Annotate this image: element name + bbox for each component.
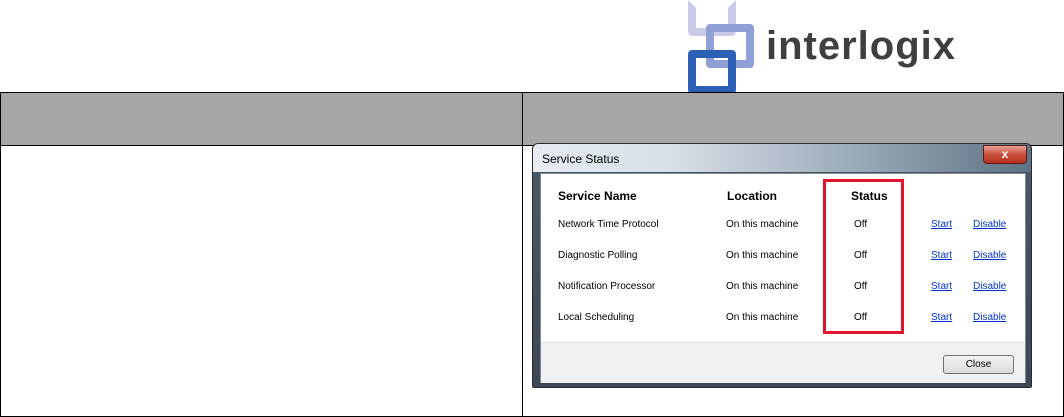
logo-wordmark: interlogix xyxy=(766,24,957,68)
column-header-location: Location xyxy=(727,189,777,203)
disable-link[interactable]: Disable xyxy=(973,250,1006,261)
service-name: Notification Processor xyxy=(558,281,656,292)
service-name: Network Time Protocol xyxy=(558,219,659,230)
status-column-highlight xyxy=(823,179,904,334)
disable-link[interactable]: Disable xyxy=(973,281,1006,292)
service-status-dialog: Service Status x Service Name Location S… xyxy=(532,143,1032,388)
start-link[interactable]: Start xyxy=(931,312,952,323)
logo-square-dark xyxy=(688,50,736,94)
service-location: On this machine xyxy=(726,219,799,230)
start-link[interactable]: Start xyxy=(931,250,952,261)
start-link[interactable]: Start xyxy=(931,281,952,292)
column-header-service-name: Service Name xyxy=(558,189,637,203)
disable-link[interactable]: Disable xyxy=(973,219,1006,230)
service-name: Local Scheduling xyxy=(558,312,635,323)
dialog-title: Service Status xyxy=(542,152,620,166)
table-header-row xyxy=(1,93,1063,146)
close-button[interactable]: Close xyxy=(943,355,1014,374)
interlogix-logo: interlogix xyxy=(684,0,1014,94)
service-location: On this machine xyxy=(726,312,799,323)
disable-link[interactable]: Disable xyxy=(973,312,1006,323)
dialog-title-bar: Service Status xyxy=(533,144,1031,172)
service-location: On this machine xyxy=(726,250,799,261)
close-icon[interactable]: x xyxy=(983,145,1027,164)
service-location: On this machine xyxy=(726,281,799,292)
service-name: Diagnostic Polling xyxy=(558,250,638,261)
dialog-content: Service Name Location Status Network Tim… xyxy=(540,173,1026,383)
column-divider xyxy=(522,93,523,416)
start-link[interactable]: Start xyxy=(931,219,952,230)
